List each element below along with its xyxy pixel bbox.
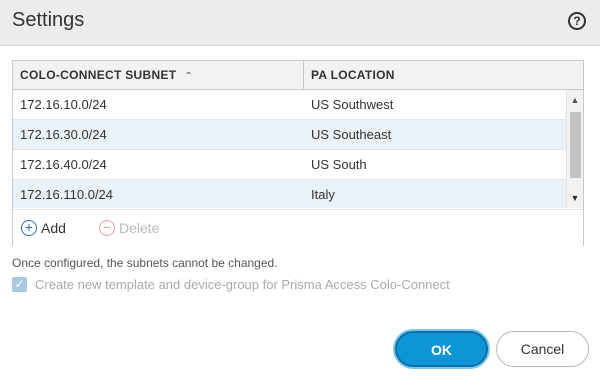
subnet-cell: 172.16.110.0/24: [20, 187, 114, 202]
location-cell: Italy: [311, 187, 335, 202]
table-row[interactable]: 172.16.40.0/24 US South: [13, 150, 566, 180]
subnet-note: Once configured, the subnets cannot be c…: [12, 256, 278, 270]
scroll-up-arrow-icon[interactable]: ▲: [567, 92, 583, 108]
sort-ascending-icon[interactable]: ⌃: [184, 63, 193, 91]
plus-circle-icon: +: [21, 220, 37, 236]
help-icon[interactable]: ?: [568, 12, 586, 30]
column-header-subnet[interactable]: COLO-CONNECT SUBNET ⌃: [13, 61, 304, 89]
dialog-title: Settings: [12, 9, 85, 31]
scroll-down-arrow-icon[interactable]: ▼: [567, 190, 583, 206]
column-header-subnet-label: COLO-CONNECT SUBNET: [20, 68, 177, 82]
table-row[interactable]: 172.16.30.0/24 US Southeast: [13, 120, 566, 150]
table-scrollbar[interactable]: ▲ ▼: [566, 90, 583, 208]
table-body: 172.16.10.0/24 US Southwest 172.16.30.0/…: [13, 90, 566, 208]
ok-button[interactable]: OK: [395, 331, 488, 367]
create-template-checkbox[interactable]: ✓: [12, 276, 27, 292]
subnet-table: COLO-CONNECT SUBNET ⌃ PA LOCATION 172.16.…: [12, 60, 584, 246]
location-cell: US South: [311, 157, 367, 172]
cancel-button[interactable]: Cancel: [496, 331, 589, 367]
add-button[interactable]: + Add: [21, 218, 66, 238]
delete-button[interactable]: − Delete: [99, 218, 159, 238]
table-toolbar: + Add − Delete: [13, 209, 583, 246]
create-template-option[interactable]: ✓ Create new template and device-group f…: [12, 276, 450, 292]
location-cell: US Southeast: [311, 127, 392, 142]
table-header: COLO-CONNECT SUBNET ⌃ PA LOCATION: [13, 61, 583, 90]
table-row[interactable]: 172.16.110.0/24 Italy: [13, 180, 566, 208]
subnet-cell: 172.16.40.0/24: [20, 157, 107, 172]
subnet-cell: 172.16.10.0/24: [20, 97, 107, 112]
column-header-location-label: PA LOCATION: [311, 68, 395, 82]
location-cell: US Southwest: [311, 97, 394, 112]
table-row[interactable]: 172.16.10.0/24 US Southwest: [13, 90, 566, 120]
add-button-label: Add: [41, 220, 66, 236]
column-header-location[interactable]: PA LOCATION: [304, 61, 583, 89]
dialog-header: Settings ?: [0, 0, 600, 46]
delete-button-label: Delete: [119, 220, 160, 236]
scrollbar-thumb[interactable]: [570, 112, 581, 178]
subnet-cell: 172.16.30.0/24: [20, 127, 107, 142]
minus-circle-icon: −: [99, 220, 115, 236]
create-template-label: Create new template and device-group for…: [35, 276, 450, 292]
